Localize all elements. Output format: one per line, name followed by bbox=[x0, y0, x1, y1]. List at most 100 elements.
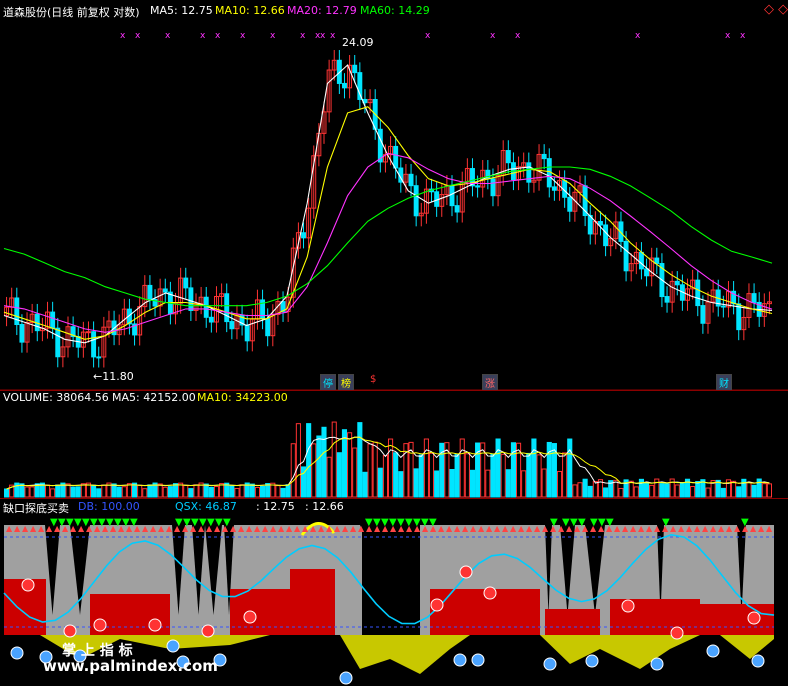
volume-bar bbox=[306, 423, 312, 498]
sell-triangle-marker: ▲ bbox=[238, 524, 245, 533]
candle-body bbox=[19, 324, 25, 343]
candle-body bbox=[147, 284, 153, 300]
signal-x-marker: x bbox=[725, 31, 731, 41]
volume-bar bbox=[674, 484, 680, 498]
signal-x-marker: x bbox=[515, 31, 521, 41]
sell-triangle-marker: ▲ bbox=[350, 524, 357, 533]
candle-body bbox=[490, 178, 496, 197]
sell-triangle-marker: ▲ bbox=[94, 524, 101, 533]
badge-finance[interactable]: 财 bbox=[716, 374, 732, 391]
volume-bar bbox=[582, 478, 588, 498]
volume-chart[interactable] bbox=[0, 391, 788, 499]
sell-triangle-marker: ▲ bbox=[518, 524, 525, 533]
volume-bar bbox=[275, 485, 281, 498]
volume-bar bbox=[260, 485, 266, 498]
sell-triangle-marker: ▲ bbox=[686, 524, 693, 533]
volume-bar bbox=[172, 483, 179, 498]
volume-bar bbox=[449, 468, 455, 498]
red-area bbox=[700, 604, 774, 635]
volume-bar bbox=[316, 435, 322, 498]
indicator-panel[interactable]: ▼ ▼ ▼ ▼ ▼ ▼ ▼ ▼ ▼ ▼ ▼ ▼ ▼ ▼ ▼ ▼ ▼ ▼ ▼ ▼ ▼ ▼ ▼ ▼ ▼ ▼ ▼ ▼ ▼ ▼ ▼ ▼ ▼ ▼ ▼ ▼ ▲ ▲ ▲ ▲… bbox=[0, 498, 788, 686]
volume-bar bbox=[756, 478, 762, 498]
buy-ball-marker bbox=[650, 657, 664, 671]
volume-bar bbox=[536, 454, 542, 498]
candle-body bbox=[393, 145, 399, 169]
indicator-title: 缺口探底买卖 bbox=[3, 502, 69, 515]
signal-x-marker: x bbox=[425, 31, 431, 41]
sell-triangle-marker: ▲ bbox=[414, 524, 421, 533]
candle-body bbox=[475, 185, 481, 188]
sell-triangle-marker: ▲ bbox=[198, 524, 205, 533]
volume-bar bbox=[142, 488, 148, 498]
volume-bar bbox=[101, 484, 107, 498]
volume-bar bbox=[382, 455, 389, 498]
buy-ball-marker bbox=[471, 653, 485, 667]
volume-bar bbox=[393, 452, 399, 498]
sell-triangle-marker: ▲ bbox=[78, 524, 85, 533]
badge-list[interactable]: 榜 bbox=[338, 374, 354, 391]
volume-bar bbox=[203, 483, 209, 498]
sell-triangle-marker: ▲ bbox=[182, 524, 189, 533]
buy-ball-marker bbox=[339, 671, 353, 685]
sell-triangle-marker: ▲ bbox=[486, 524, 493, 533]
sell-triangle-marker: ▲ bbox=[14, 524, 21, 533]
sell-ball-marker bbox=[243, 610, 257, 624]
volume-bar bbox=[126, 483, 132, 498]
ma5-label: MA5: 12.75 bbox=[150, 4, 213, 17]
sell-triangle-marker: ▲ bbox=[206, 524, 213, 533]
candle-body bbox=[96, 356, 102, 359]
sell-triangle-marker: ▲ bbox=[614, 524, 621, 533]
sell-triangle-marker: ▲ bbox=[766, 524, 773, 533]
candle-body bbox=[541, 153, 547, 160]
volume-bar bbox=[116, 486, 122, 498]
diamond-icon[interactable]: ◇ ◇ bbox=[764, 2, 788, 17]
volume-bar bbox=[690, 485, 696, 498]
sell-triangle-marker: ▲ bbox=[438, 524, 445, 533]
volume-bar bbox=[4, 488, 10, 498]
volume-bar bbox=[454, 453, 460, 498]
ma10-label: MA10: 12.66 bbox=[215, 4, 285, 17]
sell-triangle-marker: ▲ bbox=[342, 524, 349, 533]
price-chart[interactable]: xxxxxxxxxxxxxxxxx bbox=[0, 0, 788, 390]
candle-body bbox=[188, 287, 194, 311]
db-black-zone bbox=[362, 525, 420, 635]
red-area bbox=[290, 569, 335, 635]
volume-ma5: MA5: 42152.00 bbox=[112, 391, 196, 404]
volume-bar bbox=[44, 484, 51, 498]
volume-bar bbox=[628, 480, 634, 498]
badge-rise[interactable]: 涨 bbox=[482, 374, 498, 391]
volume-bar bbox=[766, 483, 773, 498]
sell-triangle-marker: ▲ bbox=[310, 524, 317, 533]
sell-triangle-marker: ▲ bbox=[214, 524, 221, 533]
volume-bar bbox=[469, 469, 476, 498]
candle-body bbox=[352, 64, 358, 74]
volume-bar bbox=[592, 481, 598, 498]
volume-bar bbox=[562, 452, 568, 498]
volume-bar bbox=[347, 432, 353, 498]
volume-bar bbox=[80, 483, 86, 498]
sell-triangle-marker: ▲ bbox=[374, 524, 381, 533]
candle-body bbox=[695, 279, 701, 307]
qsx-label: QSX: 46.87 bbox=[175, 500, 237, 513]
sell-triangle-marker: ▲ bbox=[694, 524, 701, 533]
badge-halt[interactable]: 停 bbox=[320, 374, 336, 391]
volume-bar bbox=[29, 486, 35, 498]
volume-bar bbox=[541, 468, 547, 498]
volume-panel[interactable]: VOLUME: 38064.56 MA5: 42152.00 MA10: 342… bbox=[0, 390, 788, 499]
volume-bar bbox=[464, 453, 470, 498]
sell-triangle-marker: ▲ bbox=[558, 524, 565, 533]
badge-dollar[interactable]: $ bbox=[368, 374, 378, 385]
candle-body bbox=[224, 293, 230, 323]
low-price-marker: ←11.80 bbox=[93, 370, 134, 383]
volume-bar bbox=[326, 456, 332, 498]
sell-ball-marker bbox=[93, 618, 107, 632]
sell-triangle-marker: ▲ bbox=[734, 524, 741, 533]
candle-body bbox=[505, 150, 511, 164]
price-panel[interactable]: xxxxxxxxxxxxxxxxx 道森股份(日线 前复权 对数) MA5: 1… bbox=[0, 0, 788, 391]
volume-bar bbox=[234, 487, 240, 498]
sell-triangle-marker: ▲ bbox=[126, 524, 133, 533]
sell-triangle-marker: ▲ bbox=[510, 524, 517, 533]
red-area bbox=[230, 589, 290, 635]
sell-triangle-marker: ▲ bbox=[222, 524, 229, 533]
sell-triangle-marker: ▲ bbox=[462, 524, 469, 533]
